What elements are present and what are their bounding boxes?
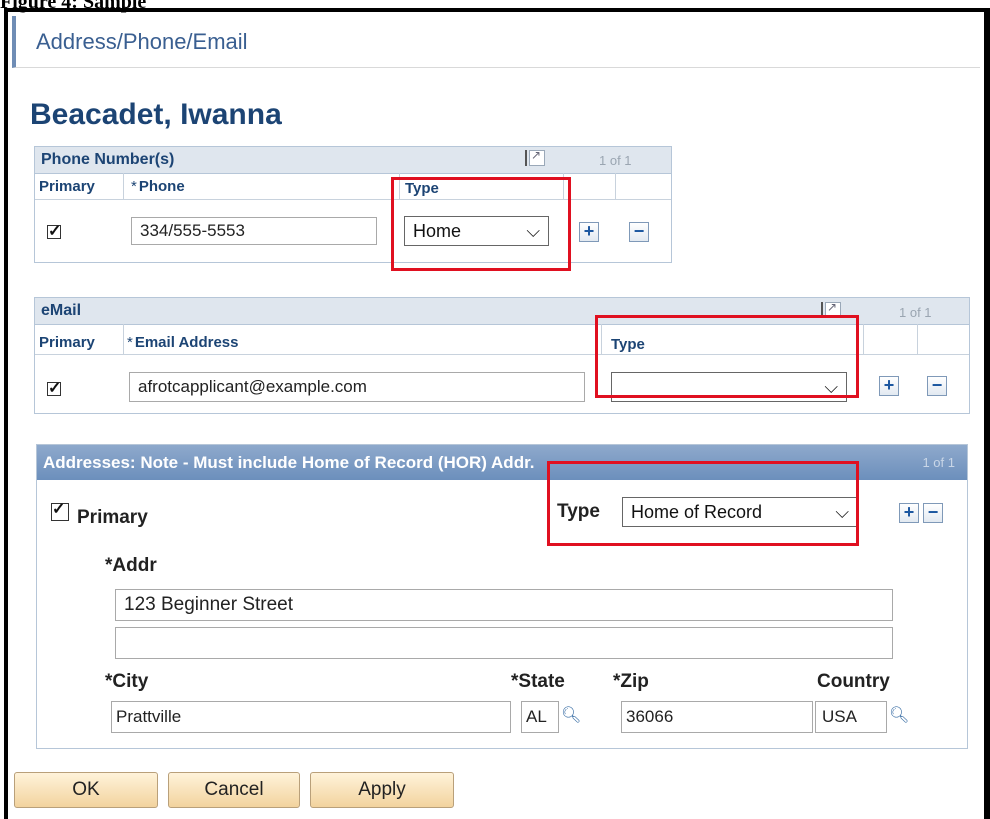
popout-icon[interactable]: [821, 300, 841, 318]
col-divider: [123, 173, 124, 200]
email-header-divider: [35, 354, 969, 355]
state-lookup-icon[interactable]: 🔍︎: [561, 705, 581, 725]
phone-row-count: 1 of 1: [599, 153, 632, 168]
add-address-button[interactable]: +: [899, 503, 919, 523]
required-marker: *: [127, 334, 133, 351]
addresses-header: Addresses: Note - Must include Home of R…: [37, 445, 967, 480]
add-phone-button[interactable]: +: [579, 222, 599, 242]
addresses-section: Addresses: Note - Must include Home of R…: [36, 444, 968, 749]
state-label-text: State: [518, 671, 565, 692]
col-phone-label: Phone: [138, 178, 185, 195]
address-type-value: Home of Record: [631, 502, 763, 522]
email-row-count: 1 of 1: [899, 305, 932, 320]
remove-email-button[interactable]: −: [927, 376, 947, 396]
col-type: Type: [405, 180, 439, 197]
email-grid-header: eMail 1 of 1: [35, 298, 969, 325]
address-type-label: Type: [557, 501, 600, 522]
phone-input[interactable]: 334/555-5553: [131, 217, 377, 245]
country-label: Country: [817, 671, 890, 692]
remove-address-button[interactable]: −: [923, 503, 943, 523]
col-divider: [563, 173, 564, 200]
phone-type-select[interactable]: Home ⌵: [404, 216, 549, 246]
city-input[interactable]: Prattville: [111, 701, 511, 733]
col-email-label: Email Address: [134, 334, 239, 351]
email-grid: eMail 1 of 1 Primary *Email Address Type…: [34, 297, 970, 414]
window-frame-right: [984, 8, 990, 819]
cancel-button[interactable]: Cancel: [168, 772, 300, 808]
col-divider: [615, 173, 616, 200]
zip-input[interactable]: 36066: [621, 701, 813, 733]
country-lookup-icon[interactable]: 🔍︎: [889, 705, 909, 725]
zip-label: *Zip: [613, 671, 649, 693]
chevron-down-icon: ⌵: [835, 502, 849, 522]
phone-grid-title: Phone Number(s): [41, 151, 175, 168]
phone-type-value: Home: [413, 221, 462, 241]
addresses-title: Addresses: Note - Must include Home of R…: [43, 453, 535, 472]
phone-grid: Phone Number(s) 1 of 1 Primary *Phone Ty…: [34, 146, 672, 263]
col-primary: Primary: [39, 178, 95, 195]
address-primary-label: Primary: [77, 507, 148, 528]
country-input[interactable]: USA: [815, 701, 887, 733]
phone-primary-checkbox[interactable]: [47, 221, 61, 241]
email-primary-checkbox[interactable]: [47, 378, 61, 398]
address-primary-checkbox[interactable]: [51, 499, 69, 521]
col-primary: Primary: [39, 334, 95, 351]
remove-phone-button[interactable]: −: [629, 222, 649, 242]
col-divider: [399, 173, 400, 200]
email-input[interactable]: afrotcapplicant@example.com: [129, 372, 585, 402]
email-type-select[interactable]: ⌵: [611, 372, 847, 402]
add-email-button[interactable]: +: [879, 376, 899, 396]
col-divider: [601, 324, 602, 355]
window-title: Address/Phone/Email: [36, 29, 248, 54]
popout-icon[interactable]: [525, 148, 545, 166]
col-divider: [917, 324, 918, 355]
addr-line2-input[interactable]: [115, 627, 893, 659]
phone-grid-header: Phone Number(s) 1 of 1: [35, 147, 671, 174]
addresses-row-count: 1 of 1: [922, 455, 955, 470]
person-name: Beacadet, Iwanna: [30, 98, 282, 131]
apply-button[interactable]: Apply: [310, 772, 454, 808]
col-type: Type: [611, 336, 645, 353]
col-phone: * Phone: [131, 178, 185, 195]
col-email-address: * Email Address: [127, 334, 239, 351]
state-input[interactable]: AL: [521, 701, 559, 733]
chevron-down-icon: ⌵: [824, 377, 838, 397]
zip-label-text: Zip: [620, 671, 649, 692]
required-marker: *: [131, 178, 137, 195]
addr-label-text: Addr: [112, 555, 157, 576]
col-divider: [123, 324, 124, 355]
addr-line1-input[interactable]: 123 Beginner Street: [115, 589, 893, 621]
address-type-select[interactable]: Home of Record ⌵: [622, 497, 858, 527]
email-grid-title: eMail: [41, 302, 82, 319]
col-divider: [863, 324, 864, 355]
city-label-text: City: [112, 671, 149, 692]
chevron-down-icon: ⌵: [526, 221, 540, 241]
phone-header-divider: [35, 199, 671, 200]
addr-label: *Addr: [105, 555, 157, 577]
city-label: *City: [105, 671, 148, 693]
state-label: *State: [511, 671, 565, 693]
window-title-bar: Address/Phone/Email: [12, 16, 980, 68]
ok-button[interactable]: OK: [14, 772, 158, 808]
